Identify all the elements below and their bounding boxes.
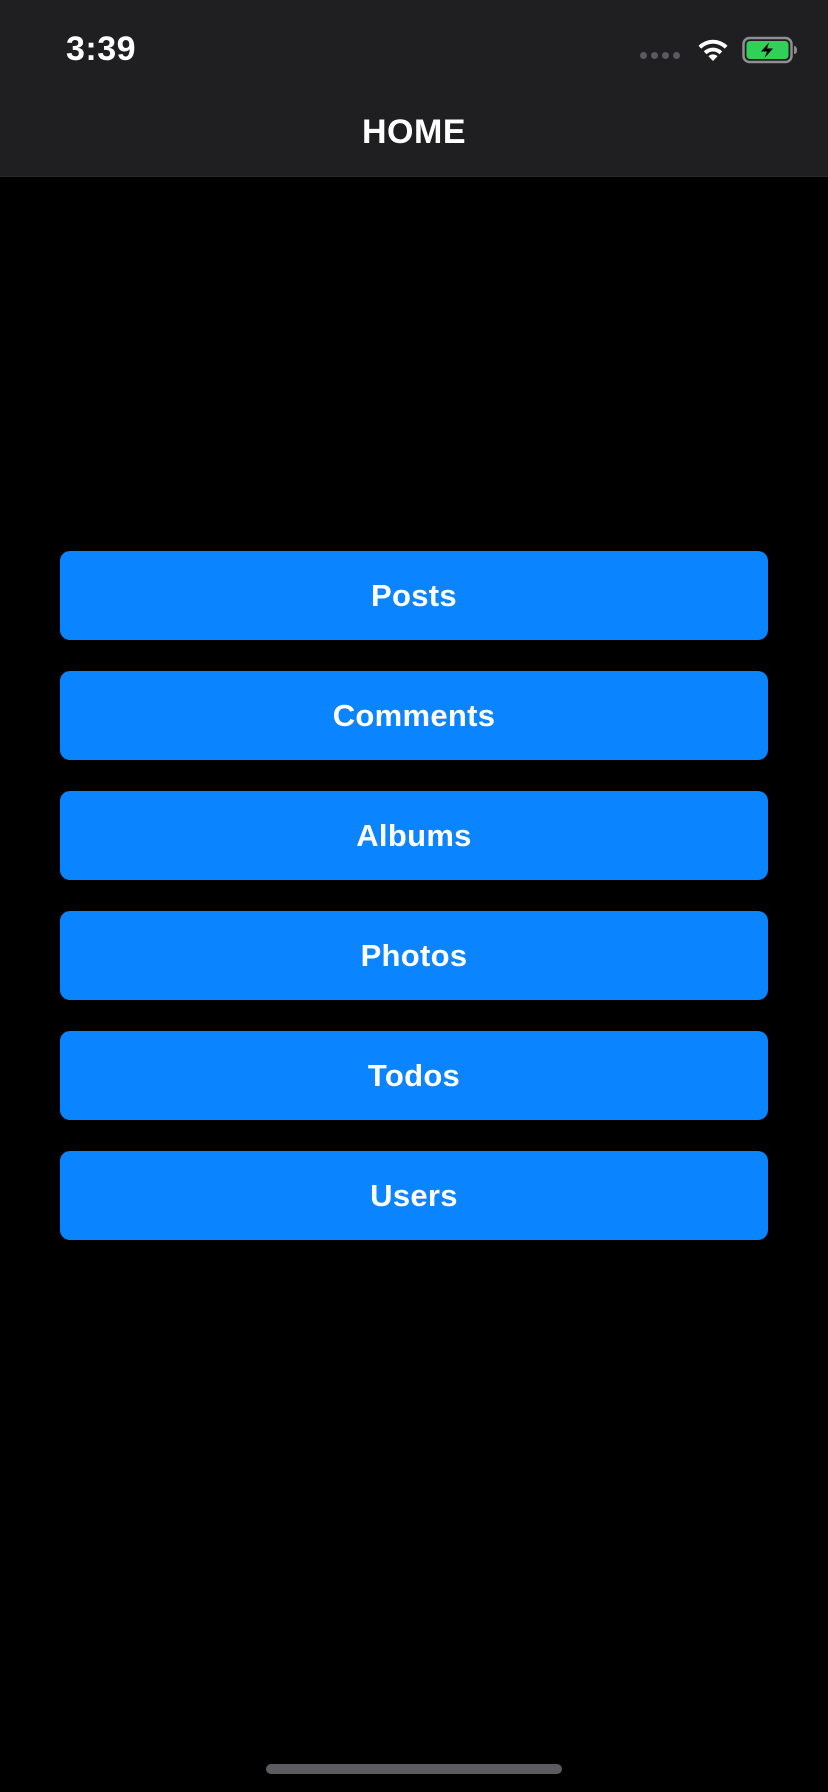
users-button[interactable]: Users <box>60 1151 768 1240</box>
status-time: 3:39 <box>66 30 137 68</box>
page-title: HOME <box>362 113 466 151</box>
status-icons <box>640 34 798 66</box>
home-indicator[interactable] <box>266 1764 562 1774</box>
cellular-signal-icon <box>640 51 680 59</box>
todos-button[interactable]: Todos <box>60 1031 768 1120</box>
posts-button[interactable]: Posts <box>60 551 768 640</box>
menu-list: Posts Comments Albums Photos Todos Users <box>60 551 768 1271</box>
wifi-icon <box>698 39 728 61</box>
top-bar: 3:39 HOME <box>0 0 828 177</box>
photos-button[interactable]: Photos <box>60 911 768 1000</box>
albums-button[interactable]: Albums <box>60 791 768 880</box>
battery-charging-icon <box>742 36 797 64</box>
comments-button[interactable]: Comments <box>60 671 768 760</box>
